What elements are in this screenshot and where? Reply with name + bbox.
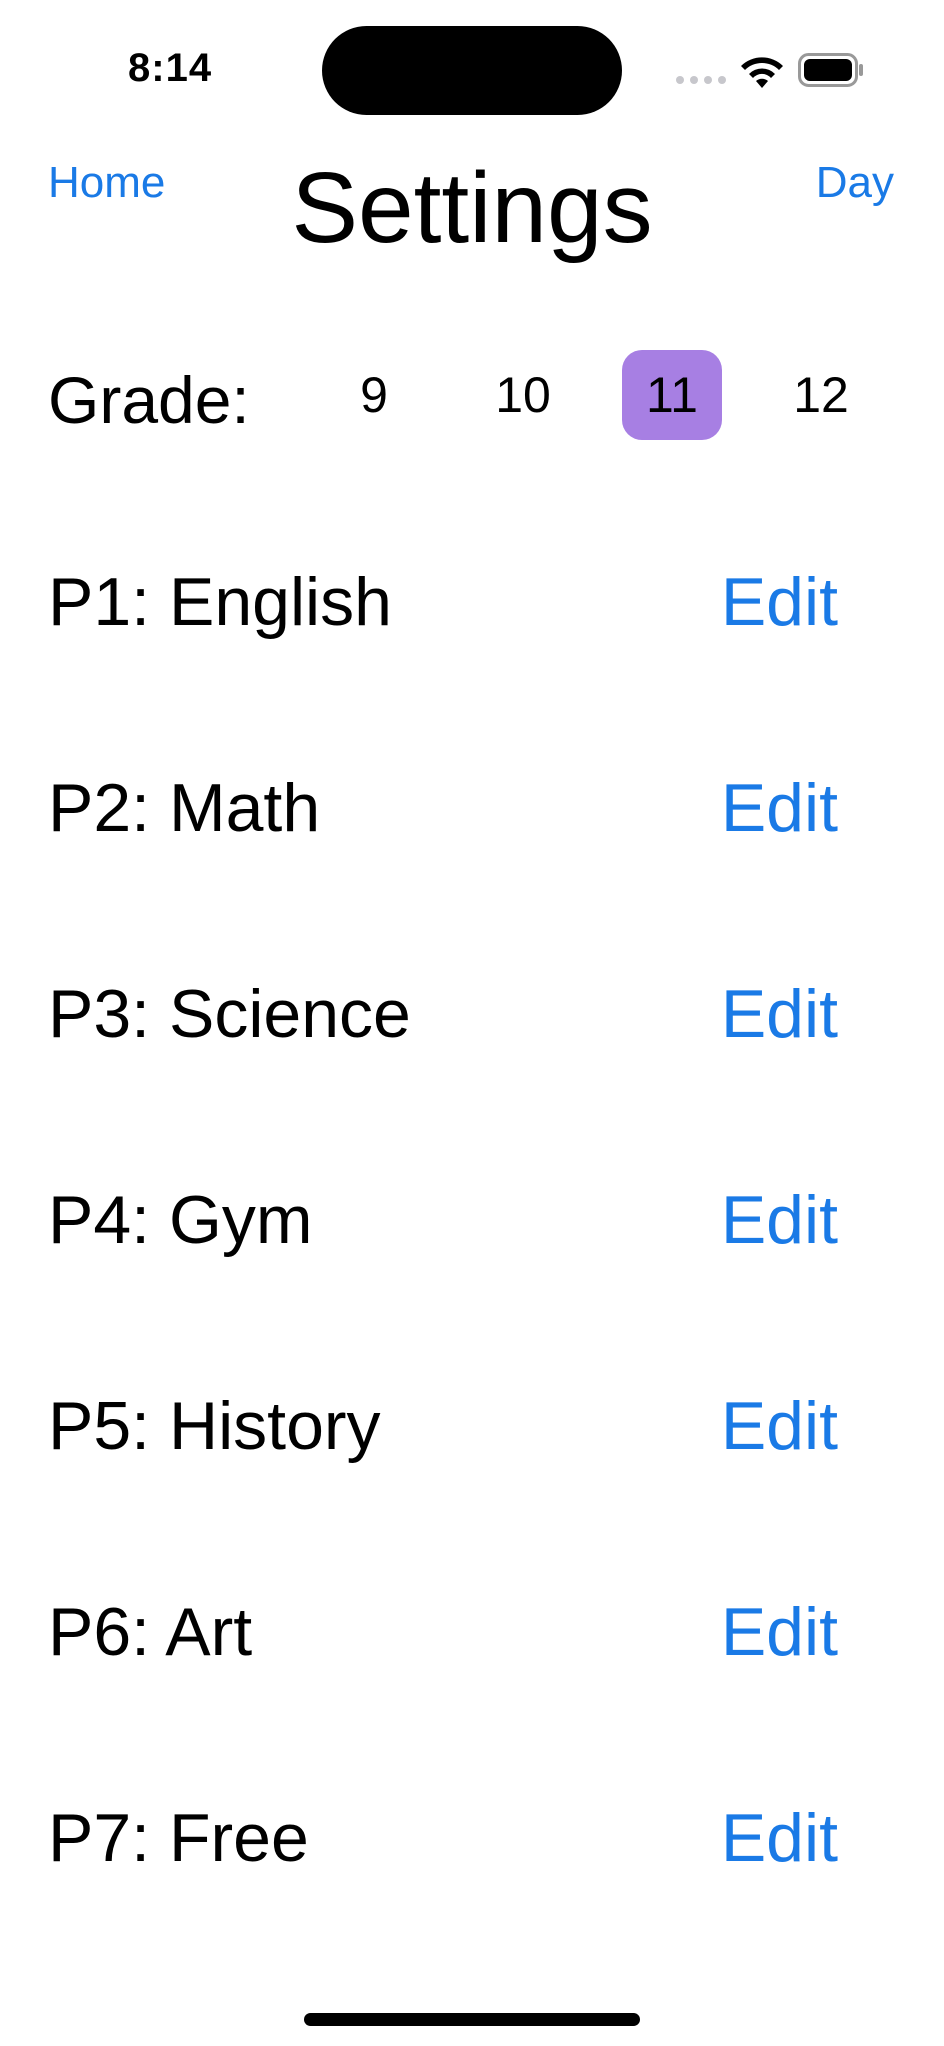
day-button[interactable]: Day xyxy=(816,158,894,208)
period-row-p4: P4: Gym Edit xyxy=(48,1170,838,1270)
edit-p4-button[interactable]: Edit xyxy=(721,1170,838,1270)
edit-p6-button[interactable]: Edit xyxy=(721,1582,838,1682)
grade-option-10[interactable]: 10 xyxy=(473,350,573,440)
edit-p1-button[interactable]: Edit xyxy=(721,552,838,652)
period-row-p2: P2: Math Edit xyxy=(48,758,838,858)
home-indicator[interactable] xyxy=(304,2013,640,2026)
grade-option-9[interactable]: 9 xyxy=(324,350,424,440)
grade-option-11-selected[interactable]: 11 xyxy=(622,350,722,440)
edit-p7-button[interactable]: Edit xyxy=(721,1788,838,1888)
period-label: P1: English xyxy=(48,564,392,640)
battery-icon xyxy=(798,53,863,87)
wifi-icon xyxy=(741,57,783,88)
cellular-signal-icon xyxy=(676,76,726,84)
period-label: P4: Gym xyxy=(48,1182,313,1258)
period-label: P3: Science xyxy=(48,976,411,1052)
edit-p3-button[interactable]: Edit xyxy=(721,964,838,1064)
period-row-p3: P3: Science Edit xyxy=(48,964,838,1064)
grade-option-12[interactable]: 12 xyxy=(771,350,871,440)
period-row-p7: P7: Free Edit xyxy=(48,1788,838,1888)
period-label: P6: Art xyxy=(48,1594,253,1670)
grade-picker: Grade: 9 10 11 12 xyxy=(48,350,898,450)
edit-p2-button[interactable]: Edit xyxy=(721,758,838,858)
grade-label: Grade: xyxy=(48,363,250,437)
status-time: 8:14 xyxy=(128,46,213,90)
page-title: Settings xyxy=(291,152,653,264)
period-label: P5: History xyxy=(48,1388,381,1464)
period-row-p6: P6: Art Edit xyxy=(48,1582,838,1682)
edit-p5-button[interactable]: Edit xyxy=(721,1376,838,1476)
period-row-p5: P5: History Edit xyxy=(48,1376,838,1476)
period-label: P7: Free xyxy=(48,1800,309,1876)
dynamic-island xyxy=(322,26,622,115)
period-label: P2: Math xyxy=(48,770,321,846)
status-bar: 8:14 xyxy=(0,0,944,140)
period-row-p1: P1: English Edit xyxy=(48,552,838,652)
